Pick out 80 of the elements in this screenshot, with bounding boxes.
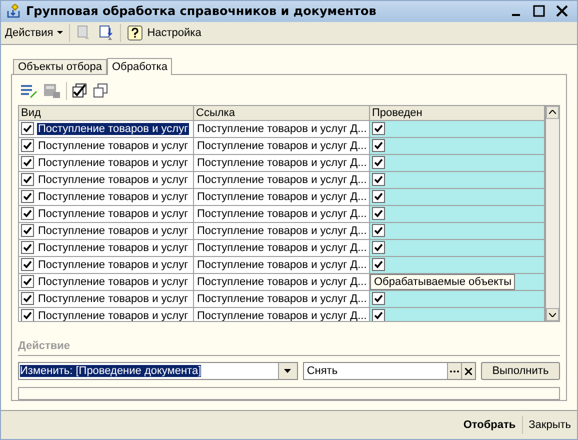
- table-cell: Поступление товаров и услуг: [37, 122, 190, 134]
- table-cell: Поступление товаров и услуг Д...: [196, 208, 368, 220]
- table-cell: Поступление товаров и услуг: [37, 310, 190, 322]
- select-button[interactable]: Отобрать: [463, 416, 516, 433]
- close-icon: [556, 5, 568, 18]
- checkbox[interactable]: [21, 241, 34, 254]
- checkbox[interactable]: [372, 241, 385, 254]
- close-icon: [464, 368, 472, 375]
- tooltip: Обрабатываемые объекты: [370, 274, 516, 290]
- checkbox[interactable]: [21, 258, 34, 271]
- checkbox[interactable]: [21, 139, 34, 152]
- window-title: Групповая обработка справочников и документов: [26, 4, 378, 18]
- checkbox[interactable]: [21, 173, 34, 186]
- value-field[interactable]: Снять: [302, 362, 476, 380]
- checkbox[interactable]: [21, 224, 34, 237]
- copy-icon[interactable]: [93, 82, 109, 99]
- save-icon[interactable]: [43, 82, 61, 99]
- maximize-icon: [533, 5, 545, 18]
- table-cell: Поступление товаров и услуг Д...: [196, 174, 368, 186]
- checkbox[interactable]: [372, 207, 385, 220]
- table-cell: Поступление товаров и услуг: [37, 292, 190, 304]
- table-cell: Поступление товаров и услуг: [37, 140, 190, 152]
- select-button[interactable]: [446, 363, 461, 380]
- checkbox[interactable]: [372, 224, 385, 237]
- scroll-up-icon[interactable]: [549, 110, 556, 114]
- checkbox[interactable]: [21, 156, 34, 169]
- checkbox[interactable]: [21, 292, 34, 305]
- table-cell: Поступление товаров и услуг: [37, 190, 190, 202]
- ellipsis-icon: [450, 370, 459, 373]
- section-label: Действие: [18, 340, 560, 356]
- caret-icon: [57, 30, 64, 35]
- checkbox[interactable]: [21, 309, 34, 322]
- checkbox[interactable]: [372, 258, 385, 271]
- edit-list-icon[interactable]: [20, 82, 38, 99]
- table-cell: Поступление товаров и услуг: [37, 224, 190, 236]
- checkbox[interactable]: [372, 156, 385, 169]
- checkbox[interactable]: [372, 139, 385, 152]
- table-cell: Поступление товаров и услуг Д...: [196, 276, 368, 288]
- checkbox[interactable]: [372, 292, 385, 305]
- checkbox[interactable]: [21, 122, 34, 135]
- table-cell: Поступление товаров и услуг Д...: [196, 310, 368, 322]
- settings-button[interactable]: Настройка: [127, 24, 202, 41]
- check-all-icon[interactable]: [72, 82, 88, 99]
- close-button[interactable]: Закрыть: [528, 416, 571, 433]
- tab[interactable]: Объекты отбора: [13, 58, 107, 74]
- table-cell: Поступление товаров и услуг Д...: [196, 140, 368, 152]
- checkbox[interactable]: [21, 207, 34, 220]
- tab[interactable]: Обработка: [107, 58, 172, 75]
- document-down-icon[interactable]: [98, 24, 114, 41]
- column-header[interactable]: Вид: [19, 106, 194, 120]
- table-cell: Поступление товаров и услуг: [37, 174, 190, 186]
- actions-menu[interactable]: Действия: [5, 26, 64, 39]
- table-cell: Поступление товаров и услуг: [37, 208, 190, 220]
- checkbox[interactable]: [372, 173, 385, 186]
- caret-icon: [284, 369, 292, 374]
- table-cell: Поступление товаров и услуг Д...: [196, 224, 368, 236]
- table-cell: Поступление товаров и услуг Д...: [196, 122, 368, 134]
- table-cell: Поступление товаров и услуг: [37, 242, 190, 254]
- checkbox[interactable]: [372, 190, 385, 203]
- run-button[interactable]: Выполнить: [480, 362, 560, 380]
- checkbox[interactable]: [372, 122, 385, 135]
- table-cell: Поступление товаров и услуг Д...: [196, 242, 368, 254]
- checkbox[interactable]: [21, 190, 34, 203]
- table-cell: Поступление товаров и услуг: [37, 258, 190, 270]
- scrollbar[interactable]: [545, 106, 559, 322]
- table-cell: Поступление товаров и услуг Д...: [196, 292, 368, 304]
- checkbox[interactable]: [372, 309, 385, 322]
- minimize-icon: [512, 14, 520, 16]
- checkbox[interactable]: [21, 275, 34, 288]
- table-cell: Поступление товаров и услуг Д...: [196, 156, 368, 168]
- window-icon: [7, 4, 21, 18]
- table-cell: Поступление товаров и услуг: [37, 276, 190, 288]
- operation-dropdown[interactable]: Изменить: [Проведение документа]: [18, 362, 298, 380]
- table-cell: Поступление товаров и услуг Д...: [196, 258, 368, 270]
- column-header[interactable]: Ссылка: [194, 106, 370, 120]
- scroll-down-icon[interactable]: [549, 312, 556, 317]
- table-cell: Поступление товаров и услуг Д...: [196, 190, 368, 202]
- help-icon: [127, 24, 144, 41]
- table-cell: Поступление товаров и услуг: [37, 156, 190, 168]
- clear-button[interactable]: [460, 363, 475, 380]
